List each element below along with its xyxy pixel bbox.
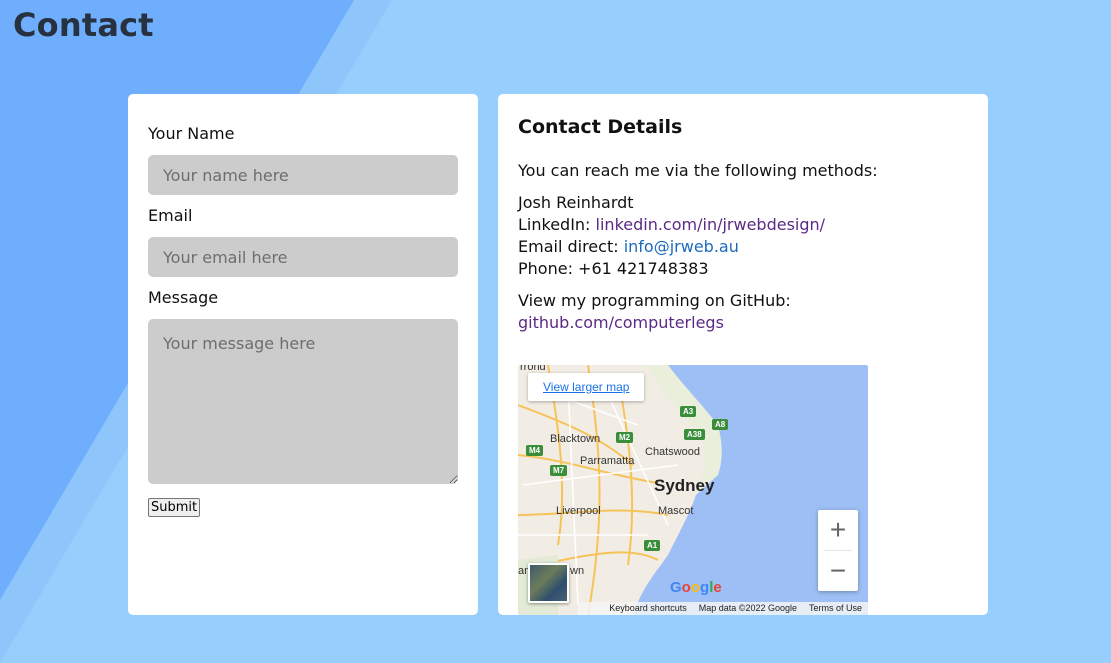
details-intro: You can reach me via the following metho… <box>518 161 878 180</box>
submit-button[interactable]: Submit <box>148 498 201 517</box>
terms-of-use-link[interactable]: Terms of Use <box>809 602 862 615</box>
road-shield-a3: A3 <box>680 406 697 417</box>
github-label: View my programming on GitHub: <box>518 291 791 310</box>
map-label-chatswood: Chatswood <box>645 446 701 458</box>
zoom-in-button[interactable]: + <box>818 510 858 550</box>
email-direct-label: Email direct: <box>518 237 624 256</box>
keyboard-shortcuts-link[interactable]: Keyboard shortcuts <box>609 602 687 615</box>
map-label-parramatta: Parramatta <box>580 455 635 467</box>
linkedin-label: LinkedIn: <box>518 215 596 234</box>
road-shield-m4: M4 <box>526 445 544 456</box>
embedded-map[interactable]: rrond Blacktown Parramatta Chatswood Syd… <box>518 365 868 615</box>
map-label-sydney: Sydney <box>654 476 715 495</box>
page-title: Contact <box>13 6 154 44</box>
phone-value: +61 421748383 <box>578 259 709 278</box>
email-row: Email direct: info@jrweb.au <box>518 236 968 258</box>
satellite-toggle-button[interactable] <box>528 563 569 603</box>
message-textarea[interactable] <box>148 319 458 484</box>
github-link[interactable]: github.com/computerlegs <box>518 313 724 332</box>
message-label: Message <box>148 288 219 307</box>
view-larger-map-link[interactable]: View larger map <box>528 373 645 401</box>
road-shield-a38: A38 <box>684 429 705 440</box>
contact-form: Your Name Email Message Submit <box>128 94 478 615</box>
map-label-bottom-left-2: wn <box>570 565 585 577</box>
road-shield-a8: A8 <box>712 419 729 430</box>
contact-methods: Josh Reinhardt LinkedIn: linkedin.com/in… <box>518 192 968 280</box>
map-data-attribution: Map data ©2022 Google <box>698 603 797 613</box>
map-label-blacktown: Blacktown <box>550 433 601 445</box>
map-footer: Keyboard shortcuts Map data ©2022 Google… <box>578 602 868 615</box>
contact-details-card: Contact Details You can reach me via the… <box>498 94 988 615</box>
contact-name: Josh Reinhardt <box>518 193 634 212</box>
linkedin-link[interactable]: linkedin.com/in/jrwebdesign/ <box>596 215 826 234</box>
email-link[interactable]: info@jrweb.au <box>624 237 739 256</box>
road-shield-m2: M2 <box>616 432 634 443</box>
zoom-out-button[interactable]: − <box>818 551 858 591</box>
name-input[interactable] <box>148 155 458 195</box>
map-zoom-controls: + − <box>818 510 858 591</box>
linkedin-row: LinkedIn: linkedin.com/in/jrwebdesign/ <box>518 214 968 236</box>
name-label: Your Name <box>148 124 235 143</box>
email-input[interactable] <box>148 237 458 277</box>
details-title: Contact Details <box>518 116 683 138</box>
map-label-liverpool: Liverpool <box>556 505 601 517</box>
github-row: View my programming on GitHub: github.co… <box>518 290 968 334</box>
map-label-mascot: Mascot <box>658 505 694 517</box>
google-logo: Google <box>670 579 722 596</box>
map-label-top: rrond <box>520 365 546 373</box>
road-shield-m7: M7 <box>550 465 568 476</box>
phone-row: Phone: +61 421748383 <box>518 258 968 280</box>
phone-label: Phone: <box>518 259 579 278</box>
road-shield-a1: A1 <box>644 540 661 551</box>
email-label: Email <box>148 206 193 225</box>
